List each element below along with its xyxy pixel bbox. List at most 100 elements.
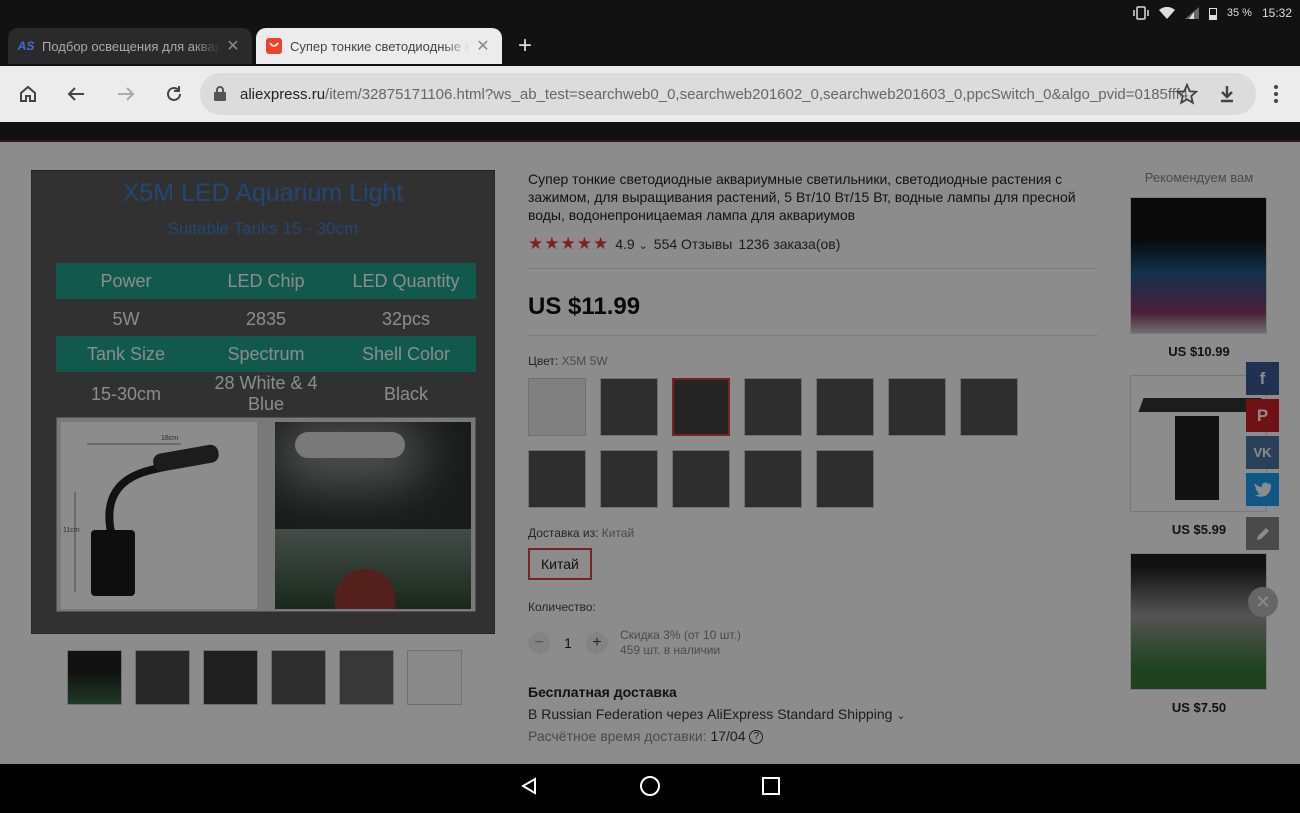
battery-level: 35 % bbox=[1226, 7, 1252, 19]
orders-count: 1236 заказа(ов) bbox=[738, 236, 841, 252]
reco-item-1[interactable]: US $10.99 bbox=[1130, 197, 1268, 359]
main-product-image[interactable]: X5M LED Aquarium Light Suitable Tanks 15… bbox=[31, 170, 495, 634]
tab-aliexpress-product[interactable]: Супер тонкие светодиодные аквариумные ✕ bbox=[256, 28, 502, 64]
color-swatch-12[interactable] bbox=[816, 450, 874, 508]
close-share-icon[interactable]: ✕ bbox=[1248, 587, 1278, 617]
spec-value-row-1: 5W 2835 32pcs bbox=[112, 308, 431, 329]
color-swatch-10[interactable] bbox=[672, 450, 730, 508]
twitter-icon[interactable] bbox=[1246, 473, 1279, 506]
reco-price: US $7.50 bbox=[1171, 700, 1227, 715]
quantity-stepper: − 1 + Скидка 3% (от 10 шт.) 459 шт. в на… bbox=[528, 628, 1098, 658]
reco-item-3[interactable]: US $7.50 bbox=[1130, 553, 1268, 715]
download-icon[interactable] bbox=[1215, 82, 1239, 106]
thumbnail-5[interactable] bbox=[339, 650, 394, 705]
signal-icon bbox=[1184, 7, 1199, 19]
spec-value-row-2: 15-30cm 28 White & 4 Blue Black bbox=[90, 373, 428, 414]
tab-lighting[interactable]: AS Подбор освещения для аквариума ✕ bbox=[8, 28, 252, 64]
nav-back-icon[interactable] bbox=[519, 776, 539, 801]
lamp-aquarium-photo bbox=[275, 422, 471, 609]
product-info: Супер тонкие светодиодные аквариумные св… bbox=[528, 170, 1098, 745]
wifi-icon bbox=[1158, 7, 1175, 19]
color-swatch-6[interactable] bbox=[888, 378, 946, 436]
thumbnail-3[interactable] bbox=[203, 650, 258, 705]
clock: 15:32 bbox=[1261, 6, 1292, 20]
aliexpress-favicon-icon bbox=[264, 38, 284, 54]
quantity-minus-button[interactable]: − bbox=[528, 632, 550, 654]
as-favicon-icon: AS bbox=[17, 39, 35, 53]
lock-icon bbox=[214, 86, 228, 102]
status-bar: 35 % 15:32 bbox=[0, 0, 1300, 26]
color-swatches bbox=[528, 378, 1048, 508]
recommendations-title: Рекомендуем вам bbox=[1144, 170, 1254, 185]
nav-recents-icon[interactable] bbox=[761, 776, 781, 801]
thumbnail-4[interactable] bbox=[271, 650, 326, 705]
thumbnail-2[interactable] bbox=[135, 650, 190, 705]
thumbnail-strip bbox=[67, 650, 462, 705]
tab-title: Подбор освещения для аквариума bbox=[42, 38, 220, 54]
product-page: X5M LED Aquarium Light Suitable Tanks 15… bbox=[0, 122, 1300, 764]
color-swatch-4[interactable] bbox=[744, 378, 802, 436]
quantity-plus-button[interactable]: + bbox=[586, 632, 608, 654]
pinterest-icon[interactable]: P bbox=[1246, 399, 1279, 432]
ship-from-label: Доставка из: Китай bbox=[528, 526, 635, 540]
new-tab-icon[interactable]: + bbox=[518, 34, 532, 58]
reco-image[interactable] bbox=[1130, 553, 1267, 690]
spec-header-row-2: Tank Size Spectrum Shell Color bbox=[56, 336, 476, 372]
reco-price: US $10.99 bbox=[1168, 344, 1230, 359]
battery-icon bbox=[1208, 7, 1217, 20]
color-swatch-3-selected[interactable] bbox=[672, 378, 730, 436]
android-nav-bar bbox=[0, 764, 1300, 813]
spec-header-row-1: Power LED Chip LED Quantity bbox=[56, 263, 476, 299]
url-text: aliexpress.ru/item/32875171106.html?ws_a… bbox=[240, 85, 1189, 103]
facebook-icon[interactable]: f bbox=[1246, 362, 1279, 395]
color-swatch-8[interactable] bbox=[528, 450, 586, 508]
reload-icon[interactable] bbox=[162, 82, 186, 106]
rating-value[interactable]: 4.9 ⌄ bbox=[615, 236, 648, 252]
color-swatch-1[interactable] bbox=[528, 378, 586, 436]
image-title: X5M LED Aquarium Light bbox=[122, 179, 404, 207]
tab-title: Супер тонкие светодиодные аквариумные bbox=[290, 38, 470, 54]
bookmark-star-icon[interactable] bbox=[1175, 82, 1199, 106]
back-icon[interactable] bbox=[64, 82, 88, 106]
forward-icon[interactable] bbox=[114, 82, 138, 106]
color-swatch-2[interactable] bbox=[600, 378, 658, 436]
quantity-value[interactable]: 1 bbox=[550, 635, 586, 651]
color-swatch-9[interactable] bbox=[600, 450, 658, 508]
color-swatch-7[interactable] bbox=[960, 378, 1018, 436]
help-icon[interactable]: ? bbox=[749, 730, 764, 745]
shipping-method[interactable]: В Russian Federation через AliExpress St… bbox=[528, 706, 1098, 722]
close-tab-icon[interactable]: ✕ bbox=[474, 36, 492, 56]
tab-strip: AS Подбор освещения для аквариума ✕ Супе… bbox=[0, 26, 1300, 66]
reco-image[interactable] bbox=[1130, 197, 1267, 334]
menu-dots-icon[interactable] bbox=[1264, 82, 1288, 106]
product-photo-pair: 18cm 11cm bbox=[56, 417, 476, 612]
ship-from-china-button[interactable]: Китай bbox=[528, 548, 592, 580]
svg-text:11cm: 11cm bbox=[63, 527, 80, 534]
store-top-nav bbox=[0, 122, 1300, 142]
product-price: US $11.99 bbox=[528, 293, 641, 320]
nav-home-icon[interactable] bbox=[639, 775, 661, 802]
close-tab-icon[interactable]: ✕ bbox=[224, 36, 242, 56]
divider bbox=[528, 268, 1098, 269]
product-title: Супер тонкие светодиодные аквариумные св… bbox=[528, 171, 1076, 223]
image-subtitle: Suitable Tanks 15 - 30cm bbox=[167, 219, 359, 238]
quantity-note: Скидка 3% (от 10 шт.) 459 шт. в наличии bbox=[620, 628, 741, 657]
quantity-label: Количество: bbox=[528, 600, 596, 614]
browser-toolbar: aliexpress.ru/item/32875171106.html?ws_a… bbox=[0, 66, 1300, 122]
color-label: Цвет: X5M 5W bbox=[528, 354, 608, 368]
color-swatch-5[interactable] bbox=[816, 378, 874, 436]
vibrate-icon bbox=[1133, 6, 1149, 20]
delivery-eta: Расчётное время доставки: 17/04 ? bbox=[528, 728, 1098, 745]
lamp-dimension-photo: 18cm 11cm bbox=[61, 422, 257, 609]
address-bar[interactable]: aliexpress.ru/item/32875171106.html?ws_a… bbox=[200, 73, 1256, 115]
reviews-link[interactable]: 554 Отзывы bbox=[654, 236, 733, 252]
vk-icon[interactable]: VK bbox=[1246, 436, 1279, 469]
home-icon[interactable] bbox=[16, 82, 40, 106]
color-swatch-11[interactable] bbox=[744, 450, 802, 508]
thumbnail-6[interactable] bbox=[407, 650, 462, 705]
divider bbox=[528, 335, 1098, 336]
thumbnail-1[interactable] bbox=[67, 650, 122, 705]
rating-row: ★★★★★ 4.9 ⌄ 554 Отзывы 1236 заказа(ов) bbox=[528, 234, 1098, 254]
social-share-bar: f P VK bbox=[1246, 362, 1279, 554]
pencil-icon[interactable] bbox=[1246, 517, 1279, 550]
